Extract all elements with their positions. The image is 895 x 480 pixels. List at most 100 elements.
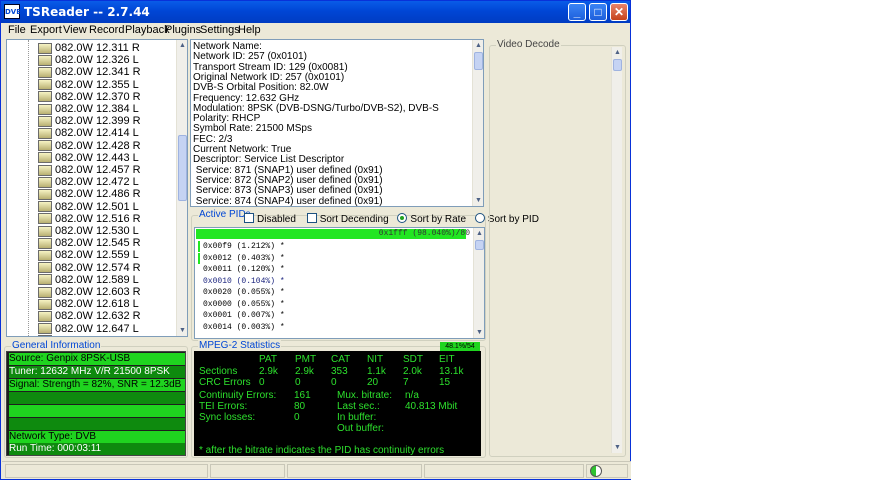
scroll-up-arrow-icon[interactable]: ▲ [612, 47, 623, 58]
maximize-button[interactable]: □ [589, 3, 607, 21]
crc-pat: 0 [259, 377, 265, 388]
menu-export[interactable]: Export [30, 24, 62, 36]
menu-playback[interactable]: Playback [125, 24, 170, 36]
pid-row[interactable]: 0x0001 (0.007%) * [198, 310, 285, 321]
tree-item-label: 082.0W 12.472 L [55, 176, 139, 189]
title-bar[interactable]: DVB TSReader -- 2.7.44 _ □ ✕ [1, 1, 630, 23]
mpeg-badge: 48.1%/54 [440, 342, 480, 351]
sections-eit: 13.1k [439, 366, 464, 377]
signal-text: Signal: Strength = 82%, SNR = 12.3dB [9, 379, 182, 390]
pid-scrollbar[interactable]: ▲ ▼ [473, 228, 484, 338]
tree-item-label: 082.0W 12.443 L [55, 151, 139, 164]
transponder-icon [38, 103, 52, 115]
hdr-pmt: PMT [295, 354, 317, 365]
hdr-sdt: SDT [403, 354, 423, 365]
sections-cat: 353 [331, 366, 348, 377]
tree-scrollbar[interactable]: ▲ ▼ [176, 40, 187, 336]
pid-row[interactable]: 0x0014 (0.003%) * [198, 322, 285, 333]
tree-item[interactable]: 082.0W 12.676 L [38, 334, 139, 336]
scroll-up-arrow-icon[interactable]: ▲ [473, 40, 483, 51]
tree-item-label: 082.0W 12.545 R [55, 237, 141, 250]
tei-label: TEI Errors: [199, 401, 248, 412]
pid-row[interactable]: 0x00f9 (1.212%) * [198, 241, 285, 252]
active-pids-list[interactable]: 0x1fff (98.040%)/80 0x00f9 (1.212%) * 0x0… [194, 227, 485, 339]
menu-record[interactable]: Record [89, 24, 124, 36]
tree-item-label: 082.0W 12.618 L [55, 298, 139, 311]
window-title: TSReader -- 2.7.44 [24, 5, 150, 19]
hdr-cat: CAT [331, 354, 351, 365]
tree-item-label: 082.0W 12.399 R [55, 115, 141, 128]
transponder-icon [38, 115, 52, 127]
scroll-down-arrow-icon[interactable]: ▼ [474, 327, 484, 338]
video-scrollbar[interactable]: ▲ ▼ [611, 47, 622, 453]
transponder-icon [38, 237, 52, 249]
crc-eit: 15 [439, 377, 451, 388]
scroll-down-arrow-icon[interactable]: ▼ [612, 442, 623, 453]
menu-file[interactable]: File [8, 24, 26, 36]
status-bar [2, 461, 631, 479]
crc-cat: 0 [331, 377, 337, 388]
tree-item-label: 082.0W 12.676 L [55, 335, 139, 336]
menu-bar: File Export View Record Playback Plugins… [2, 23, 629, 39]
transponder-icon [38, 140, 52, 152]
menu-settings[interactable]: Settings [200, 24, 240, 36]
status-pane-2 [210, 464, 285, 478]
transponder-icon [38, 213, 52, 225]
sections-label: Sections [199, 366, 238, 377]
tree-item-label: 082.0W 12.632 R [55, 310, 141, 323]
minimize-button[interactable]: _ [568, 3, 586, 21]
pid-top-label: 0x1fff (98.040%)/80 [378, 229, 470, 238]
close-button[interactable]: ✕ [610, 3, 628, 21]
network-info-panel[interactable]: Network Name: Network ID: 257 (0x0101) Tra… [190, 39, 484, 207]
menu-view[interactable]: View [63, 24, 87, 36]
scroll-down-arrow-icon[interactable]: ▼ [177, 325, 187, 336]
transponder-icon [38, 274, 52, 286]
sort-by-rate-radio[interactable]: Sort by Rate [397, 213, 466, 225]
pid-row[interactable]: 0x0011 (0.120%) * [198, 264, 285, 275]
network-type-text: Network Type: DVB [9, 431, 97, 442]
pid-row[interactable]: 0x0020 (0.055%) * [198, 287, 285, 298]
menu-plugins[interactable]: Plugins [165, 24, 201, 36]
tree-item-label: 082.0W 12.414 L [55, 127, 139, 140]
tree-item-label: 082.0W 12.341 R [55, 66, 141, 79]
sections-sdt: 2.0k [403, 366, 422, 377]
hdr-nit: NIT [367, 354, 384, 365]
tree-item-label: 082.0W 12.603 R [55, 286, 141, 298]
tei-value: 80 [294, 401, 306, 412]
scroll-down-arrow-icon[interactable]: ▼ [473, 195, 483, 206]
tree-guide-line [28, 40, 29, 336]
scroll-up-arrow-icon[interactable]: ▲ [177, 40, 187, 51]
sections-nit: 1.1k [367, 366, 386, 377]
tree-item-label: 082.0W 12.574 R [55, 261, 141, 274]
sync-label: Sync losses: [199, 412, 256, 423]
continuity-value: 161 [294, 390, 311, 401]
disabled-checkbox[interactable]: Disabled [244, 213, 296, 225]
transponder-tree[interactable]: 082.0W 12.311 R 082.0W 12.326 L 082.0W 12.… [6, 39, 188, 337]
transponder-icon [38, 286, 52, 298]
scroll-thumb[interactable] [613, 59, 622, 71]
hdr-eit: EIT [439, 354, 455, 365]
pid-row[interactable]: 0x0000 (0.055%) * [198, 299, 285, 310]
general-info-box: Source: Genpix 8PSK-USB Tuner: 12632 MHz… [6, 351, 186, 456]
info-scrollbar[interactable]: ▲ ▼ [472, 40, 483, 206]
menu-help[interactable]: Help [238, 24, 261, 36]
pid-row[interactable]: 0x0012 (0.403%) * [198, 252, 285, 264]
transponder-icon [38, 42, 52, 54]
tuner-text: Tuner: 12632 MHz V/R 21500 8PSK [9, 366, 170, 377]
transponder-icon [38, 54, 52, 66]
tree-item-label: 082.0W 12.589 L [55, 273, 139, 286]
run-time-text: Run Time: 000:03:11 [9, 443, 102, 454]
transponder-icon [38, 127, 52, 139]
main-window: DVB TSReader -- 2.7.44 _ □ ✕ File Export… [0, 0, 631, 480]
scroll-up-arrow-icon[interactable]: ▲ [474, 228, 484, 239]
tree-item-label: 082.0W 12.370 R [55, 90, 141, 103]
transponder-icon [38, 188, 52, 200]
app-icon: DVB [4, 4, 22, 19]
tree-item-label: 082.0W 12.311 R [55, 42, 140, 54]
scroll-thumb[interactable] [475, 240, 484, 250]
pid-row[interactable]: 0x0010 (0.104%) * [198, 276, 285, 287]
transponder-icon [38, 91, 52, 103]
scroll-thumb[interactable] [178, 135, 187, 201]
scroll-thumb[interactable] [474, 52, 483, 70]
sort-desc-checkbox[interactable]: Sort Decending [306, 213, 389, 225]
